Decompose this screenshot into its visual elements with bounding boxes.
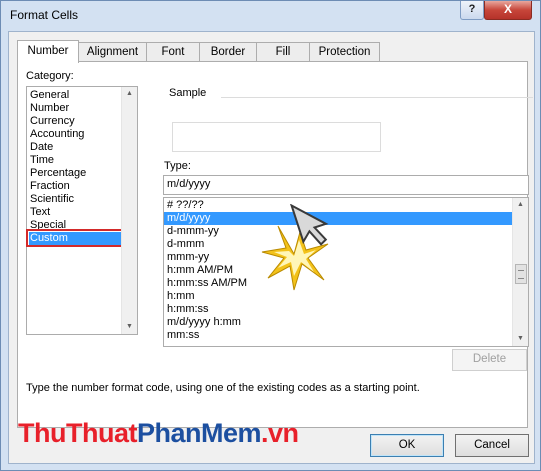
tab-protection[interactable]: Protection bbox=[309, 42, 380, 62]
format-item[interactable]: h:mm:ss bbox=[164, 303, 514, 316]
category-item-time[interactable]: Time bbox=[29, 154, 124, 167]
category-item-number[interactable]: Number bbox=[29, 102, 124, 115]
watermark: ThuThuatPhanMem.vn bbox=[18, 418, 299, 449]
watermark-part-3: .vn bbox=[261, 418, 299, 448]
type-label: Type: bbox=[164, 160, 191, 172]
category-item-fraction[interactable]: Fraction bbox=[29, 180, 124, 193]
format-item[interactable]: h:mm bbox=[164, 290, 514, 303]
scroll-up-arrow-icon[interactable]: ▲ bbox=[122, 87, 137, 101]
category-item-general[interactable]: General bbox=[29, 89, 124, 102]
title-bar[interactable]: Format Cells ? X bbox=[1, 1, 540, 31]
format-item[interactable]: m/d/yyyy h:mm bbox=[164, 316, 514, 329]
close-button[interactable]: X bbox=[484, 1, 532, 20]
window-title: Format Cells bbox=[10, 8, 79, 22]
number-tab-panel: Category: General Number Currency Accoun… bbox=[17, 61, 533, 428]
format-description: Type the number format code, using one o… bbox=[26, 382, 420, 394]
tab-border[interactable]: Border bbox=[199, 42, 257, 62]
help-button[interactable]: ? bbox=[460, 1, 484, 20]
sample-group-line bbox=[221, 97, 533, 98]
delete-button[interactable]: Delete bbox=[452, 349, 527, 371]
tab-alignment[interactable]: Alignment bbox=[78, 42, 147, 62]
scroll-down-arrow-icon[interactable]: ▼ bbox=[513, 332, 528, 346]
category-item-accounting[interactable]: Accounting bbox=[29, 128, 124, 141]
category-item-percentage[interactable]: Percentage bbox=[29, 167, 124, 180]
format-item[interactable]: h:mm AM/PM bbox=[164, 264, 514, 277]
format-item[interactable]: d-mmm-yy bbox=[164, 225, 514, 238]
format-item[interactable]: mmm-yy bbox=[164, 251, 514, 264]
ok-button[interactable]: OK bbox=[370, 434, 444, 457]
format-item-selected[interactable]: m/d/yyyy bbox=[164, 212, 514, 225]
type-field-box[interactable] bbox=[163, 175, 529, 195]
format-item[interactable]: # ??/?? bbox=[164, 199, 514, 212]
format-item[interactable]: mm:ss bbox=[164, 329, 514, 342]
format-code-list[interactable]: # ??/?? m/d/yyyy d-mmm-yy d-mmm mmm-yy h… bbox=[163, 197, 529, 347]
category-item-date[interactable]: Date bbox=[29, 141, 124, 154]
category-item-currency[interactable]: Currency bbox=[29, 115, 124, 128]
sample-label: Sample bbox=[169, 87, 207, 99]
format-list-scrollbar[interactable]: ▲ ▼ bbox=[512, 198, 528, 346]
scroll-up-arrow-icon[interactable]: ▲ bbox=[513, 198, 528, 212]
tab-font[interactable]: Font bbox=[146, 42, 200, 62]
watermark-part-1: ThuThuat bbox=[18, 418, 137, 448]
dialog-body: Number Alignment Font Border Fill Protec… bbox=[8, 31, 535, 464]
category-item-text[interactable]: Text bbox=[29, 206, 124, 219]
scroll-thumb[interactable] bbox=[515, 264, 527, 284]
format-cells-dialog: Format Cells ? X Number Alignment Font B… bbox=[0, 0, 541, 471]
tab-fill[interactable]: Fill bbox=[256, 42, 310, 62]
format-item[interactable]: h:mm:ss AM/PM bbox=[164, 277, 514, 290]
cancel-button[interactable]: Cancel bbox=[455, 434, 529, 457]
category-list[interactable]: General Number Currency Accounting Date … bbox=[26, 86, 138, 335]
highlight-box bbox=[26, 229, 128, 247]
type-input[interactable] bbox=[164, 176, 517, 192]
format-item[interactable]: d-mmm bbox=[164, 238, 514, 251]
scroll-down-arrow-icon[interactable]: ▼ bbox=[122, 320, 137, 334]
sample-box bbox=[172, 122, 381, 152]
tab-number[interactable]: Number bbox=[17, 40, 79, 63]
category-label: Category: bbox=[26, 70, 74, 82]
category-item-scientific[interactable]: Scientific bbox=[29, 193, 124, 206]
category-scrollbar[interactable]: ▲ ▼ bbox=[121, 87, 137, 334]
watermark-part-2: PhanMem bbox=[136, 418, 262, 448]
arrow-cursor-icon bbox=[261, 204, 329, 291]
